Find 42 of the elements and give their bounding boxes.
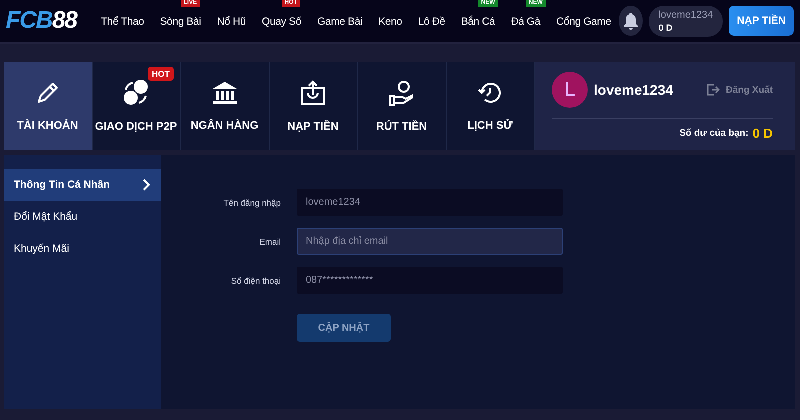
- hot-badge: HOT: [148, 67, 174, 81]
- nav-link[interactable]: Nổ Hũ: [217, 16, 246, 28]
- nav-link[interactable]: Cổng Game: [556, 16, 612, 28]
- balance-label: Số dư của bạn:: [680, 128, 749, 139]
- deposit-icon: [299, 79, 328, 107]
- account-balance: 0 D: [658, 22, 674, 32]
- field-label: Số điện thoại: [230, 276, 281, 286]
- history-icon: [477, 80, 504, 106]
- logout-icon: [706, 83, 720, 97]
- nav-link[interactable]: Game Bài: [318, 16, 363, 28]
- input-field[interactable]: Nhập địa chỉ email: [297, 228, 563, 255]
- nav-link[interactable]: Keno: [378, 16, 402, 28]
- nav-link[interactable]: Bắn Cá: [461, 16, 496, 28]
- logo[interactable]: FCB88: [6, 7, 94, 35]
- nav-link[interactable]: Sòng Bài: [160, 16, 202, 28]
- nav-link[interactable]: Lô Đề: [418, 16, 446, 28]
- input-field[interactable]: loveme1234: [297, 189, 563, 216]
- hand-coin-icon: [388, 79, 416, 107]
- deposit-button[interactable]: NẠP TIỀN: [729, 6, 794, 36]
- bank-icon: [210, 80, 239, 106]
- input-field[interactable]: 087*************: [297, 267, 563, 294]
- field-label: Email: [258, 236, 281, 246]
- account-tab[interactable]: HOT GIAO DỊCH P2P: [92, 62, 181, 150]
- account-tab[interactable]: TÀI KHOẢN: [4, 62, 92, 150]
- nav-link[interactable]: Thể Thao: [101, 16, 144, 28]
- sidebar-item[interactable]: Đổi Mật Khẩu: [4, 201, 161, 233]
- sidebar-item[interactable]: Thông Tin Cá Nhân: [4, 169, 161, 201]
- sidebar-item[interactable]: Khuyến Mãi: [4, 233, 161, 265]
- bell-icon: [623, 12, 640, 30]
- logout-link[interactable]: Đăng Xuất: [706, 83, 773, 97]
- notification-button[interactable]: [619, 6, 643, 36]
- account-chip[interactable]: loveme1234 0 D: [648, 6, 724, 36]
- avatar: L: [552, 72, 588, 108]
- field-label: Tên đăng nhập: [222, 198, 281, 208]
- account-username: loveme1234: [658, 10, 714, 20]
- update-button[interactable]: CẬP NHẬT: [297, 314, 391, 342]
- chevron-right-icon: [143, 179, 151, 191]
- balance-value: 0 D: [752, 126, 773, 141]
- username: loveme1234: [594, 82, 674, 98]
- nav-link[interactable]: Quay Số: [262, 16, 302, 28]
- nav-link[interactable]: Đá Gà: [511, 16, 541, 28]
- exchange-icon: [122, 79, 150, 107]
